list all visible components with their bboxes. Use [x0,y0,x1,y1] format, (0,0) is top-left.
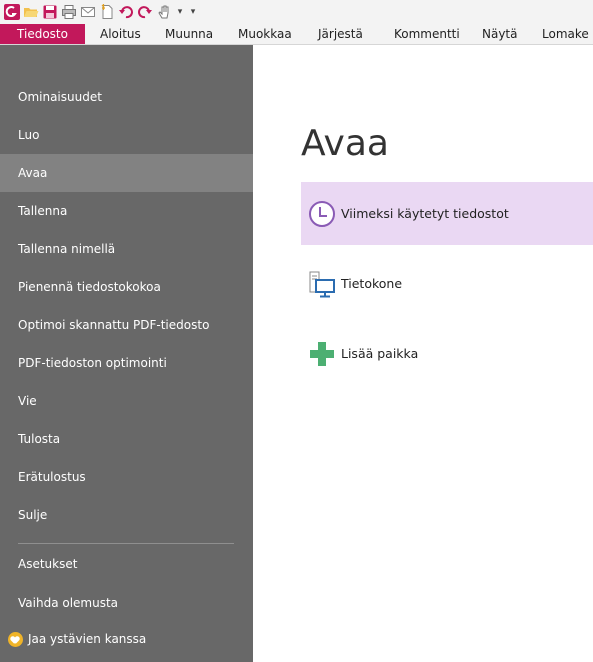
add-place-option[interactable]: Lisää paikka [301,322,593,385]
file-menu-sidebar: Ominaisuudet Luo Avaa Tallenna Tallenna … [0,45,253,662]
sidebar-item-settings[interactable]: Asetukset [0,545,253,583]
open-folder-icon[interactable] [23,4,39,20]
quick-access-toolbar: ▾ ▾ [0,0,593,24]
new-file-icon[interactable] [99,4,115,20]
recent-files-label: Viimeksi käytetyt tiedostot [341,206,509,221]
sidebar-item-open[interactable]: Avaa [0,154,253,192]
chevron-down-icon[interactable]: ▾ [175,7,185,17]
computer-option[interactable]: Tietokone [301,252,593,315]
open-panel: Avaa Viimeksi käytetyt tiedostot Tietoko… [253,45,593,662]
customize-toolbar-icon[interactable]: ▾ [188,7,198,17]
sidebar-divider [18,543,234,544]
recent-files-option[interactable]: Viimeksi käytetyt tiedostot [301,182,593,245]
tab-form[interactable]: Lomake [542,24,589,44]
print-icon[interactable] [61,4,77,20]
computer-label: Tietokone [341,276,403,291]
add-place-label: Lisää paikka [341,346,419,361]
ribbon-tab-bar: Tiedosto Aloitus Muunna Muokkaa Järjestä… [0,24,593,45]
computer-icon [309,271,335,297]
sidebar-item-share-label: Jaa ystävien kanssa [28,632,147,646]
sidebar-item-export[interactable]: Vie [0,382,253,420]
sidebar-item-optimize-scanned[interactable]: Optimoi skannattu PDF-tiedosto [0,306,253,344]
plus-icon [310,341,334,366]
sidebar-item-change-skin[interactable]: Vaihda olemusta [0,584,253,622]
sidebar-item-pdf-optimize[interactable]: PDF-tiedoston optimointi [0,344,253,382]
sidebar-item-share[interactable]: Jaa ystävien kanssa [0,620,253,658]
tab-organize[interactable]: Järjestä [318,24,363,44]
redo-icon[interactable] [137,4,153,20]
tab-file[interactable]: Tiedosto [0,24,85,44]
page-title: Avaa [301,123,389,164]
sidebar-item-print[interactable]: Tulosta [0,420,253,458]
sidebar-item-close[interactable]: Sulje [0,496,253,534]
app-logo-icon[interactable] [4,4,20,20]
tab-home[interactable]: Aloitus [100,24,141,44]
sidebar-item-create[interactable]: Luo [0,116,253,154]
email-icon[interactable] [80,4,96,20]
heart-share-icon [8,632,23,647]
hand-tool-icon[interactable] [156,4,172,20]
sidebar-item-save[interactable]: Tallenna [0,192,253,230]
undo-icon[interactable] [118,4,134,20]
sidebar-item-save-as[interactable]: Tallenna nimellä [0,230,253,268]
tab-edit[interactable]: Muokkaa [238,24,292,44]
save-icon[interactable] [42,4,58,20]
sidebar-item-properties[interactable]: Ominaisuudet [0,78,253,116]
tab-convert[interactable]: Muunna [165,24,213,44]
tab-view[interactable]: Näytä [482,24,518,44]
clock-icon [309,200,335,227]
sidebar-item-reduce-size[interactable]: Pienennä tiedostokokoa [0,268,253,306]
sidebar-item-batch-print[interactable]: Erätulostus [0,458,253,496]
tab-comment[interactable]: Kommentti [394,24,460,44]
